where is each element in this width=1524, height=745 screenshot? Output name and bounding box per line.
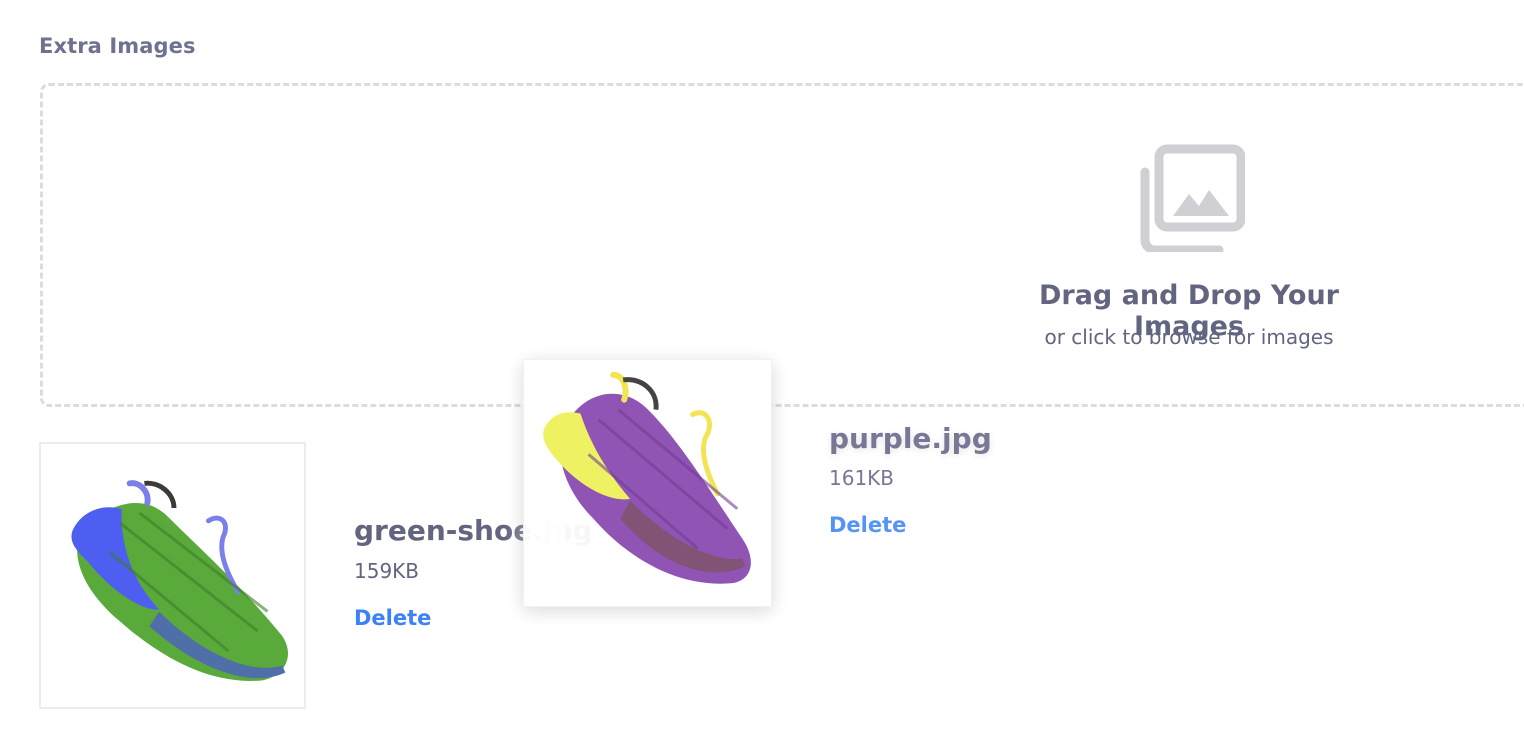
file-size: 161KB [829, 466, 895, 490]
file-name: purple.jpg [829, 422, 992, 455]
green-shoe-image [71, 480, 289, 681]
image-thumbnail[interactable] [523, 359, 772, 607]
section-title: Extra Images [39, 34, 196, 58]
purple-shoe-image [543, 371, 751, 584]
image-thumbnail[interactable] [39, 442, 306, 709]
file-size: 159KB [354, 559, 420, 583]
dropzone-subtitle[interactable]: or click to browse for images [989, 325, 1389, 349]
image-stack-icon [1133, 144, 1246, 255]
delete-button[interactable]: Delete [354, 606, 431, 630]
delete-button[interactable]: Delete [829, 513, 906, 537]
image-dropzone[interactable] [40, 83, 1524, 407]
